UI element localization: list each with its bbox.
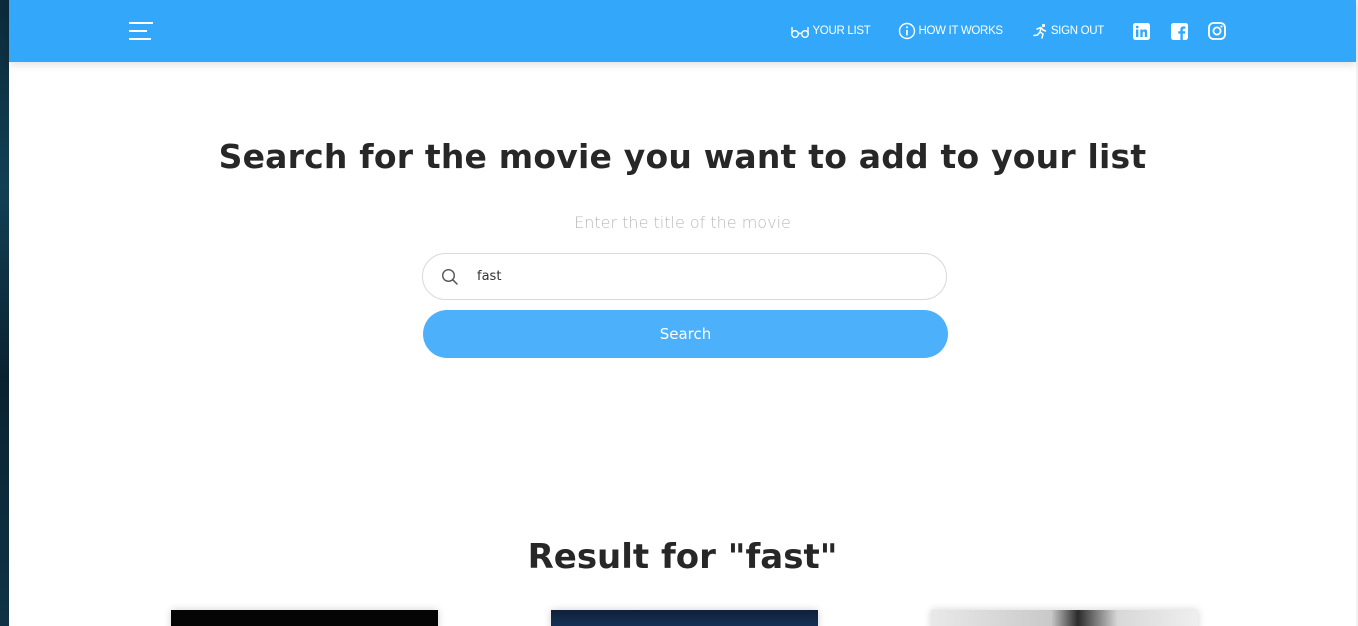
page: YOUR LIST HOW IT WORKS SIGN OUT Search f… <box>0 0 1358 626</box>
nav-your-list-label: YOUR LIST <box>812 25 871 37</box>
search-icon <box>441 268 458 285</box>
linkedin-icon[interactable] <box>1132 22 1150 40</box>
running-person-icon <box>1033 23 1047 39</box>
search-input[interactable] <box>477 256 917 297</box>
info-circle-icon <box>899 22 916 40</box>
navbar: YOUR LIST HOW IT WORKS SIGN OUT <box>9 0 1356 62</box>
nav-links: YOUR LIST HOW IT WORKS SIGN OUT <box>790 0 1226 62</box>
search-field[interactable] <box>422 253 947 300</box>
page-title: Search for the movie you want to add to … <box>218 137 1147 176</box>
window-edge <box>0 0 9 626</box>
nav-your-list[interactable]: YOUR LIST <box>790 23 871 39</box>
nav-how-it-works[interactable]: HOW IT WORKS <box>898 22 1003 40</box>
nav-sign-out-label: SIGN OUT <box>1050 25 1104 37</box>
movie-poster[interactable] <box>931 610 1198 626</box>
search-button[interactable]: Search <box>423 310 948 358</box>
glasses-icon <box>791 27 810 38</box>
search-hint: Enter the title of the movie <box>574 213 791 232</box>
nav-sign-out[interactable]: SIGN OUT <box>1031 23 1104 39</box>
movie-poster[interactable] <box>551 610 818 626</box>
search-icon-wrap <box>423 253 477 300</box>
nav-how-it-works-label: HOW IT WORKS <box>918 25 1003 37</box>
hamburger-menu-icon[interactable] <box>129 22 153 40</box>
movie-poster[interactable] <box>171 610 438 626</box>
facebook-icon[interactable] <box>1170 22 1188 40</box>
instagram-icon[interactable] <box>1208 22 1226 40</box>
results-title: Result for "fast" <box>527 537 838 577</box>
